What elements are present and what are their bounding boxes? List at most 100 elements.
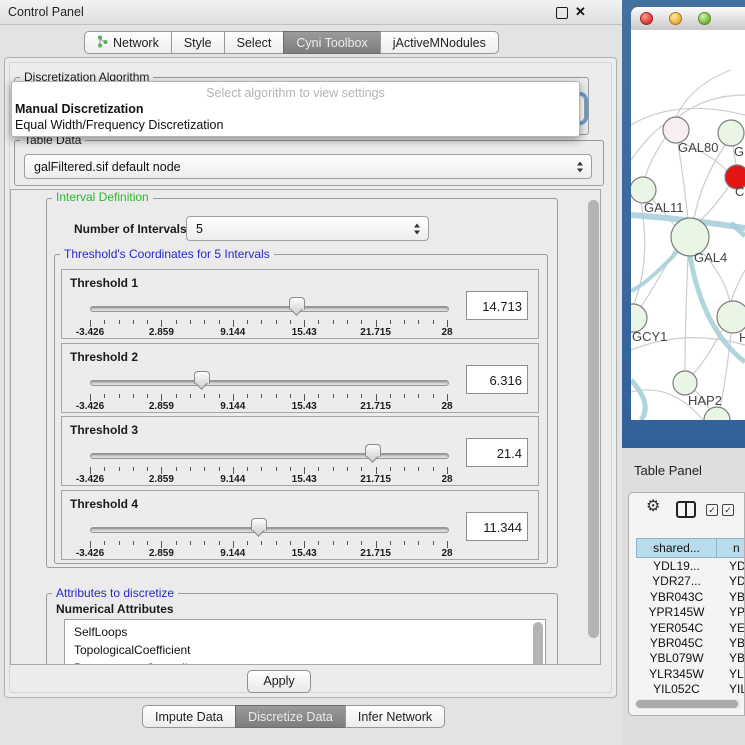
horizontal-scrollbar-thumb[interactable] <box>636 700 738 708</box>
option-equal-width-frequency[interactable]: Equal Width/Frequency Discretization <box>15 118 223 132</box>
bottom-tab-label: Discretize Data <box>248 710 333 724</box>
network-node-hap2[interactable] <box>673 371 697 395</box>
threshold-slider-track[interactable] <box>90 380 449 386</box>
table-row[interactable]: YDR27...YDR2 <box>636 574 745 590</box>
threshold-value-field[interactable]: 6.316 <box>466 365 528 394</box>
minimize-traffic-light-icon[interactable] <box>669 12 682 25</box>
threshold-slider-track[interactable] <box>90 453 449 459</box>
algorithm-placeholder-option[interactable]: Select algorithm to view settings <box>12 86 579 100</box>
attribute-list-item[interactable]: TopologicalCoefficient <box>65 641 545 659</box>
cell-shared-name: YER054C <box>636 621 717 635</box>
table-row[interactable]: YBR043CYBR0 <box>636 590 745 606</box>
tick-mark <box>190 467 191 471</box>
network-graph: GAL80GCGAL11GAL4GCY1HHAP2 <box>631 30 745 420</box>
axis-tick-label: 15.43 <box>274 401 334 412</box>
axis-tick-label: 15.43 <box>274 327 334 338</box>
threshold-slider-thumb[interactable] <box>251 518 267 531</box>
table-row[interactable]: YBR045CYBR0 <box>636 636 745 652</box>
node-label: C <box>735 184 744 199</box>
column-header-name[interactable]: n <box>716 538 745 558</box>
tick-mark <box>176 467 177 471</box>
tab-bottom-impute-data[interactable]: Impute Data <box>142 705 236 728</box>
tick-mark <box>390 320 391 324</box>
threshold-slider-thumb[interactable] <box>289 297 305 310</box>
axis-tick-label: 28 <box>417 401 477 412</box>
table-row[interactable]: YPR145W YPR1 <box>636 605 745 621</box>
cell-shared-name: YPR145W <box>636 605 717 619</box>
network-node-gcy1[interactable] <box>631 304 647 332</box>
table-row[interactable]: YBL079WYBL0 <box>636 651 745 667</box>
threshold-row: Threshold 2-3.4262.8599.14415.4321.71528… <box>61 343 539 413</box>
network-node-h[interactable] <box>717 301 745 333</box>
tab-top-style[interactable]: Style <box>171 31 225 54</box>
threshold-slider-track[interactable] <box>90 306 449 312</box>
tick-mark <box>376 541 377 548</box>
tab-top-select[interactable]: Select <box>224 31 285 54</box>
tick-mark <box>361 320 362 324</box>
cell-name: YPR1 <box>723 605 745 619</box>
checkbox-icon[interactable]: ✓ <box>706 504 718 516</box>
tab-top-jactivemnodules[interactable]: jActiveMNodules <box>380 31 499 54</box>
threshold-slider-thumb[interactable] <box>194 371 210 384</box>
checkbox-icon[interactable]: ✓ <box>722 504 734 516</box>
attribute-list-item[interactable]: SelfLoops <box>65 620 545 641</box>
table-row[interactable]: YDL19...YDL1 <box>636 559 745 575</box>
zoom-traffic-light-icon[interactable] <box>698 12 711 25</box>
tick-mark <box>190 320 191 324</box>
threshold-value-field[interactable]: 11.344 <box>466 512 528 541</box>
threshold-value-field[interactable]: 21.4 <box>466 438 528 467</box>
tick-mark <box>361 541 362 545</box>
tick-mark <box>290 394 291 398</box>
tick-mark <box>190 541 191 545</box>
threshold-label: Threshold 4 <box>70 497 138 511</box>
cell-shared-name: YLR345W <box>636 667 717 681</box>
top-tab-label: Style <box>184 36 212 50</box>
table-row[interactable]: YER054CYER0 <box>636 621 745 637</box>
table-columns-icon[interactable] <box>676 501 696 518</box>
tick-mark <box>304 541 305 548</box>
tick-mark <box>404 541 405 545</box>
close-traffic-light-icon[interactable] <box>640 12 653 25</box>
apply-button[interactable]: Apply <box>247 670 311 693</box>
list-scrollbar[interactable] <box>533 622 543 665</box>
axis-tick-label: 15.43 <box>274 474 334 485</box>
network-node-g[interactable] <box>718 120 744 146</box>
vertical-scrollbar[interactable] <box>588 200 599 638</box>
table-data-combobox[interactable]: galFiltered.sif default node <box>24 154 592 179</box>
threshold-slider-track[interactable] <box>90 527 449 533</box>
axis-tick-label: 21.715 <box>346 401 406 412</box>
table-row[interactable]: YLR345WYLR3 <box>636 667 745 683</box>
network-view-canvas[interactable]: GAL80GCGAL11GAL4GCY1HHAP2 <box>631 30 745 420</box>
attribute-list-item[interactable]: BetweennessCentrality <box>65 659 545 665</box>
threshold-slider-thumb[interactable] <box>365 444 381 457</box>
gear-icon[interactable]: ⚙ <box>646 499 660 515</box>
table-row[interactable]: YIL052CYIL0 <box>636 682 745 698</box>
threshold-value-field[interactable]: 14.713 <box>466 291 528 320</box>
tick-mark <box>233 394 234 401</box>
tab-top-cyni-toolbox[interactable]: Cyni Toolbox <box>283 31 380 54</box>
close-icon[interactable]: ✕ <box>575 4 586 20</box>
tab-bottom-infer-network[interactable]: Infer Network <box>345 705 445 728</box>
network-window-titlebar <box>631 7 745 31</box>
axis-tick-label: 2.859 <box>131 327 191 338</box>
float-window-icon[interactable] <box>556 7 568 19</box>
network-node[interactable] <box>704 407 730 420</box>
numerical-attributes-list[interactable]: SelfLoopsTopologicalCoefficientBetweenne… <box>64 619 546 665</box>
tick-mark <box>276 541 277 545</box>
tick-mark <box>333 467 334 471</box>
column-header-shared-name[interactable]: shared... <box>636 538 717 558</box>
cell-name: YDL1 <box>723 559 745 573</box>
number-of-intervals-combobox[interactable]: 5 <box>186 216 429 241</box>
tick-mark <box>176 320 177 324</box>
tick-mark <box>233 320 234 327</box>
number-of-intervals-value: 5 <box>196 222 203 236</box>
tick-mark <box>318 467 319 471</box>
tab-bottom-discretize-data[interactable]: Discretize Data <box>235 705 346 728</box>
tick-mark <box>219 394 220 398</box>
threshold-coordinates-group-title: Threshold's Coordinates for 5 Intervals <box>60 248 274 260</box>
horizontal-scrollbar[interactable] <box>635 699 741 709</box>
tab-top-network[interactable]: Network <box>84 31 172 54</box>
table-panel-title: Table Panel <box>634 463 702 478</box>
option-manual-discretization[interactable]: Manual Discretization <box>15 102 144 116</box>
cell-name: YBR0 <box>723 636 745 650</box>
